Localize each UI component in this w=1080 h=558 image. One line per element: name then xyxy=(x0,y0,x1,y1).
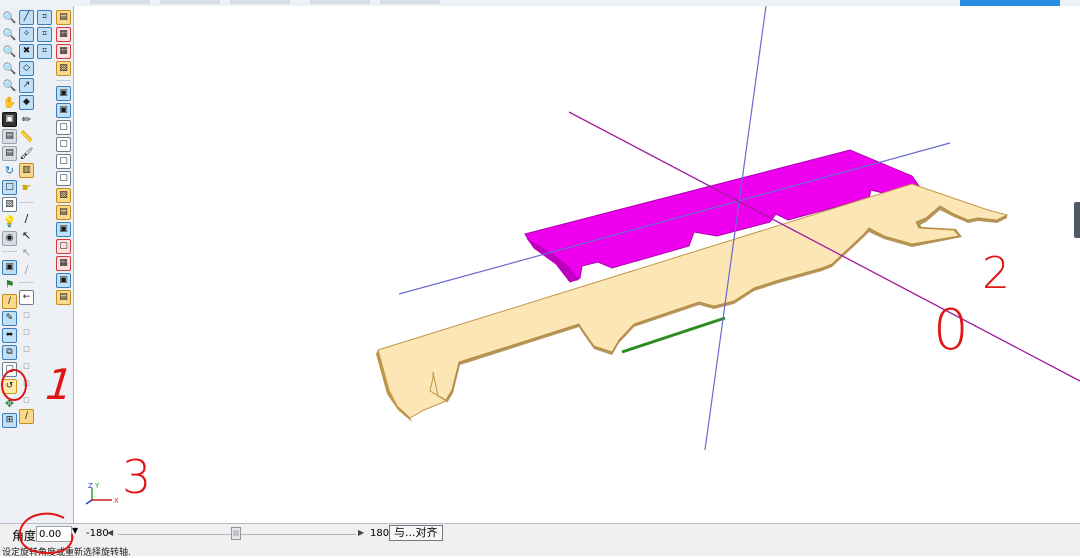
layers-icon[interactable]: ▤ xyxy=(2,146,17,161)
zoom-all-icon[interactable]: 🔍 xyxy=(2,61,17,76)
measure-icon[interactable]: ∕ xyxy=(2,294,17,309)
cross-tool-icon[interactable]: ✖ xyxy=(19,44,34,59)
shaded-box-icon[interactable]: ▧ xyxy=(56,188,71,203)
align-left-icon[interactable]: ← xyxy=(19,290,34,305)
side-panel-handle[interactable] xyxy=(1074,202,1080,238)
menu-item[interactable] xyxy=(160,0,220,4)
align-with-button[interactable]: 与...对齐 xyxy=(389,525,443,541)
node-tool-icon[interactable]: ✧ xyxy=(19,27,34,42)
diamond-tool-icon[interactable]: ◇ xyxy=(19,61,34,76)
brush-icon[interactable]: 🖌 xyxy=(19,146,34,161)
tool-box-icon[interactable]: ▧ xyxy=(56,61,71,76)
pan-hand-icon[interactable]: ✋ xyxy=(2,95,17,110)
box-view-icon[interactable]: ▣ xyxy=(56,273,71,288)
zoom-in-icon[interactable]: 🔍 xyxy=(2,10,17,25)
angle-min-label: -180 xyxy=(86,528,109,539)
disabled-tool-icon: ▫ xyxy=(22,325,31,338)
triad-x-label: X xyxy=(114,497,119,505)
annotation-circle-tool xyxy=(1,369,27,401)
move-part-icon[interactable]: ⬌ xyxy=(2,328,17,343)
annotation-one: 1 xyxy=(43,360,76,409)
measure-icon[interactable]: ∕ xyxy=(19,409,34,424)
diagonal-line-icon[interactable]: ∕ xyxy=(19,262,34,277)
triad-z-label: Z xyxy=(88,482,93,490)
arrow-tool-icon[interactable]: ↗ xyxy=(19,78,34,93)
angle-slider-thumb[interactable]: ||| xyxy=(231,527,241,540)
annotation-zero: 0 xyxy=(933,298,969,363)
red-box-icon[interactable]: ▢ xyxy=(56,239,71,254)
rotate-view-icon[interactable]: ↻ xyxy=(2,163,17,178)
frame-tool-icon[interactable]: ⌗ xyxy=(37,10,52,25)
select-part-icon[interactable]: ▣ xyxy=(2,260,17,275)
open-folder-icon[interactable]: ▤ xyxy=(56,10,71,25)
3d-viewport[interactable]: Z Y X xyxy=(74,6,1080,523)
red-cube-icon[interactable]: ▦ xyxy=(56,44,71,59)
pointer-icon[interactable]: ↖ xyxy=(19,228,34,243)
layers-icon[interactable]: ▤ xyxy=(2,129,17,144)
sheet-icon[interactable]: ▤ xyxy=(56,290,71,305)
pencil-icon[interactable]: ✏ xyxy=(19,112,34,127)
red-box-icon[interactable]: ▦ xyxy=(56,256,71,271)
disabled-tool-icon: ▫ xyxy=(22,342,31,355)
camera-icon[interactable]: ▣ xyxy=(2,112,17,127)
slider-right-arrow-icon[interactable]: ▶ xyxy=(358,528,364,537)
pointer-icon[interactable]: ↖ xyxy=(19,245,34,260)
angle-max-label: 180 xyxy=(370,528,390,539)
ruler-icon[interactable]: 📏 xyxy=(19,129,34,144)
light-bulb-icon[interactable]: 💡 xyxy=(2,214,17,229)
frame-tool-icon[interactable]: ⌗ xyxy=(37,27,52,42)
zoom-previous-icon[interactable]: 🔍 xyxy=(2,78,17,93)
menu-item[interactable] xyxy=(310,0,370,4)
rhombus-tool-icon[interactable]: ◆ xyxy=(19,95,34,110)
toolbox: 🔍 🔍 🔍 🔍 🔍 ✋ ▣ ▤ ▤ ↻ □ ▧ 💡 ◉ ▣ ⚑ ∕ ✎ ⬌ ⧉ … xyxy=(0,6,74,523)
wire-box-icon[interactable]: ▢ xyxy=(56,154,71,169)
slider-left-arrow-icon[interactable]: ◀ xyxy=(107,528,113,537)
edit-icon[interactable]: ✎ xyxy=(2,311,17,326)
menu-item[interactable] xyxy=(230,0,290,4)
diagonal-line-icon[interactable]: ∕ xyxy=(19,211,34,226)
copy-part-icon[interactable]: ⧉ xyxy=(2,345,17,360)
menu-item[interactable] xyxy=(90,0,150,4)
box-view-icon[interactable]: ▣ xyxy=(56,103,71,118)
menu-item[interactable] xyxy=(380,0,440,4)
rectangle-view-icon[interactable]: □ xyxy=(2,180,17,195)
annotation-two: 2 xyxy=(982,248,1010,299)
box-view-icon[interactable]: ▣ xyxy=(56,86,71,101)
angle-toolbar: 角度: ▼ -180 ◀ ||| ▶ 180 与...对齐 xyxy=(0,523,1080,545)
3d-scene[interactable] xyxy=(74,6,1080,523)
flag-icon[interactable]: ⚑ xyxy=(2,277,17,292)
axis-triad-icon: Z Y X xyxy=(86,482,119,505)
grid-icon[interactable]: ⊞ xyxy=(2,413,17,428)
annotation-circle-angle xyxy=(18,512,74,554)
folder-icon[interactable]: ▥ xyxy=(19,163,34,178)
wire-box-icon[interactable]: ▢ xyxy=(56,137,71,152)
wire-box-icon[interactable]: ▢ xyxy=(56,120,71,135)
sheet-icon[interactable]: ▤ xyxy=(56,205,71,220)
box-view-icon[interactable]: ▣ xyxy=(56,222,71,237)
wire-box-icon[interactable]: ▢ xyxy=(56,171,71,186)
cube-view-icon[interactable]: ▧ xyxy=(2,197,17,212)
zoom-out-icon[interactable]: 🔍 xyxy=(2,27,17,42)
frame-tool-icon[interactable]: ⌗ xyxy=(37,44,52,59)
status-bar: 设定旋转角度或重新选择旋转轴. xyxy=(0,544,1080,558)
zoom-window-icon[interactable]: 🔍 xyxy=(2,44,17,59)
disabled-tool-icon: ▫ xyxy=(22,308,31,321)
line-tool-icon[interactable]: ╱ xyxy=(19,10,34,25)
hand-pointer-icon[interactable]: ☛ xyxy=(19,180,34,195)
eye-icon[interactable]: ◉ xyxy=(2,231,17,246)
red-cube-icon[interactable]: ▦ xyxy=(56,27,71,42)
annotation-three: 3 xyxy=(122,450,152,504)
triad-y-label: Y xyxy=(94,482,100,490)
